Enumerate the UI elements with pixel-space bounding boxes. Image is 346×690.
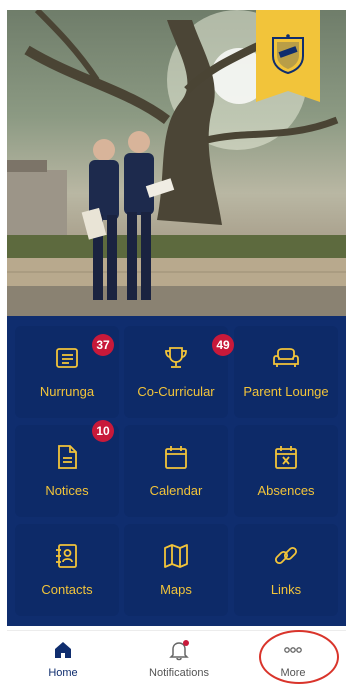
link-icon xyxy=(274,546,298,565)
unread-badge: 10 xyxy=(92,420,114,442)
map-icon xyxy=(164,544,188,568)
tile-notices[interactable]: Notices 10 xyxy=(15,420,119,517)
nav-notifications[interactable]: Notifications xyxy=(129,639,229,687)
bell-icon xyxy=(169,640,189,661)
tile-label: Parent Lounge xyxy=(243,384,329,399)
calendar-icon xyxy=(165,446,187,469)
tile-label: Co-Curricular xyxy=(137,384,215,399)
document-icon xyxy=(58,445,77,469)
unread-badge: 37 xyxy=(92,334,114,356)
unread-badge: 49 xyxy=(212,334,234,356)
tile-label: Nurrunga xyxy=(39,384,95,399)
tile-label: Contacts xyxy=(41,582,93,597)
tile-maps[interactable]: Maps xyxy=(124,524,228,616)
home-icon xyxy=(55,642,71,658)
school-crest-banner xyxy=(256,10,320,102)
tile-label: Notices xyxy=(45,483,89,498)
calendar-x-icon xyxy=(275,446,297,469)
tile-label: Calendar xyxy=(149,483,203,498)
feature-grid: Nurrunga 37 Co-Curricular 49 Parent Loun… xyxy=(7,316,346,626)
tile-contacts[interactable]: Contacts xyxy=(15,524,119,616)
trophy-icon xyxy=(165,347,187,368)
hero-image xyxy=(7,10,346,316)
tile-label: Absences xyxy=(257,483,315,498)
app-screen: Nurrunga 37 Co-Curricular 49 Parent Loun… xyxy=(7,10,346,690)
tile-calendar[interactable]: Calendar xyxy=(124,425,228,517)
sofa-icon xyxy=(273,348,299,367)
newspaper-icon xyxy=(56,348,78,368)
annotation-circle xyxy=(259,630,339,684)
nav-home[interactable]: Home xyxy=(13,639,113,687)
school-crest-icon xyxy=(272,34,304,74)
tile-label: Links xyxy=(270,582,302,597)
contact-book-icon xyxy=(56,544,77,568)
tile-label: Maps xyxy=(160,582,192,597)
tile-nurrunga[interactable]: Nurrunga 37 xyxy=(15,326,119,418)
nav-label: Home xyxy=(48,667,78,679)
tile-links[interactable]: Links xyxy=(234,524,338,616)
tile-co-curricular[interactable]: Co-Curricular 49 xyxy=(124,326,234,418)
nav-label: Notifications xyxy=(149,667,209,679)
tile-parent-lounge[interactable]: Parent Lounge xyxy=(234,326,338,418)
tile-absences[interactable]: Absences xyxy=(234,425,338,517)
